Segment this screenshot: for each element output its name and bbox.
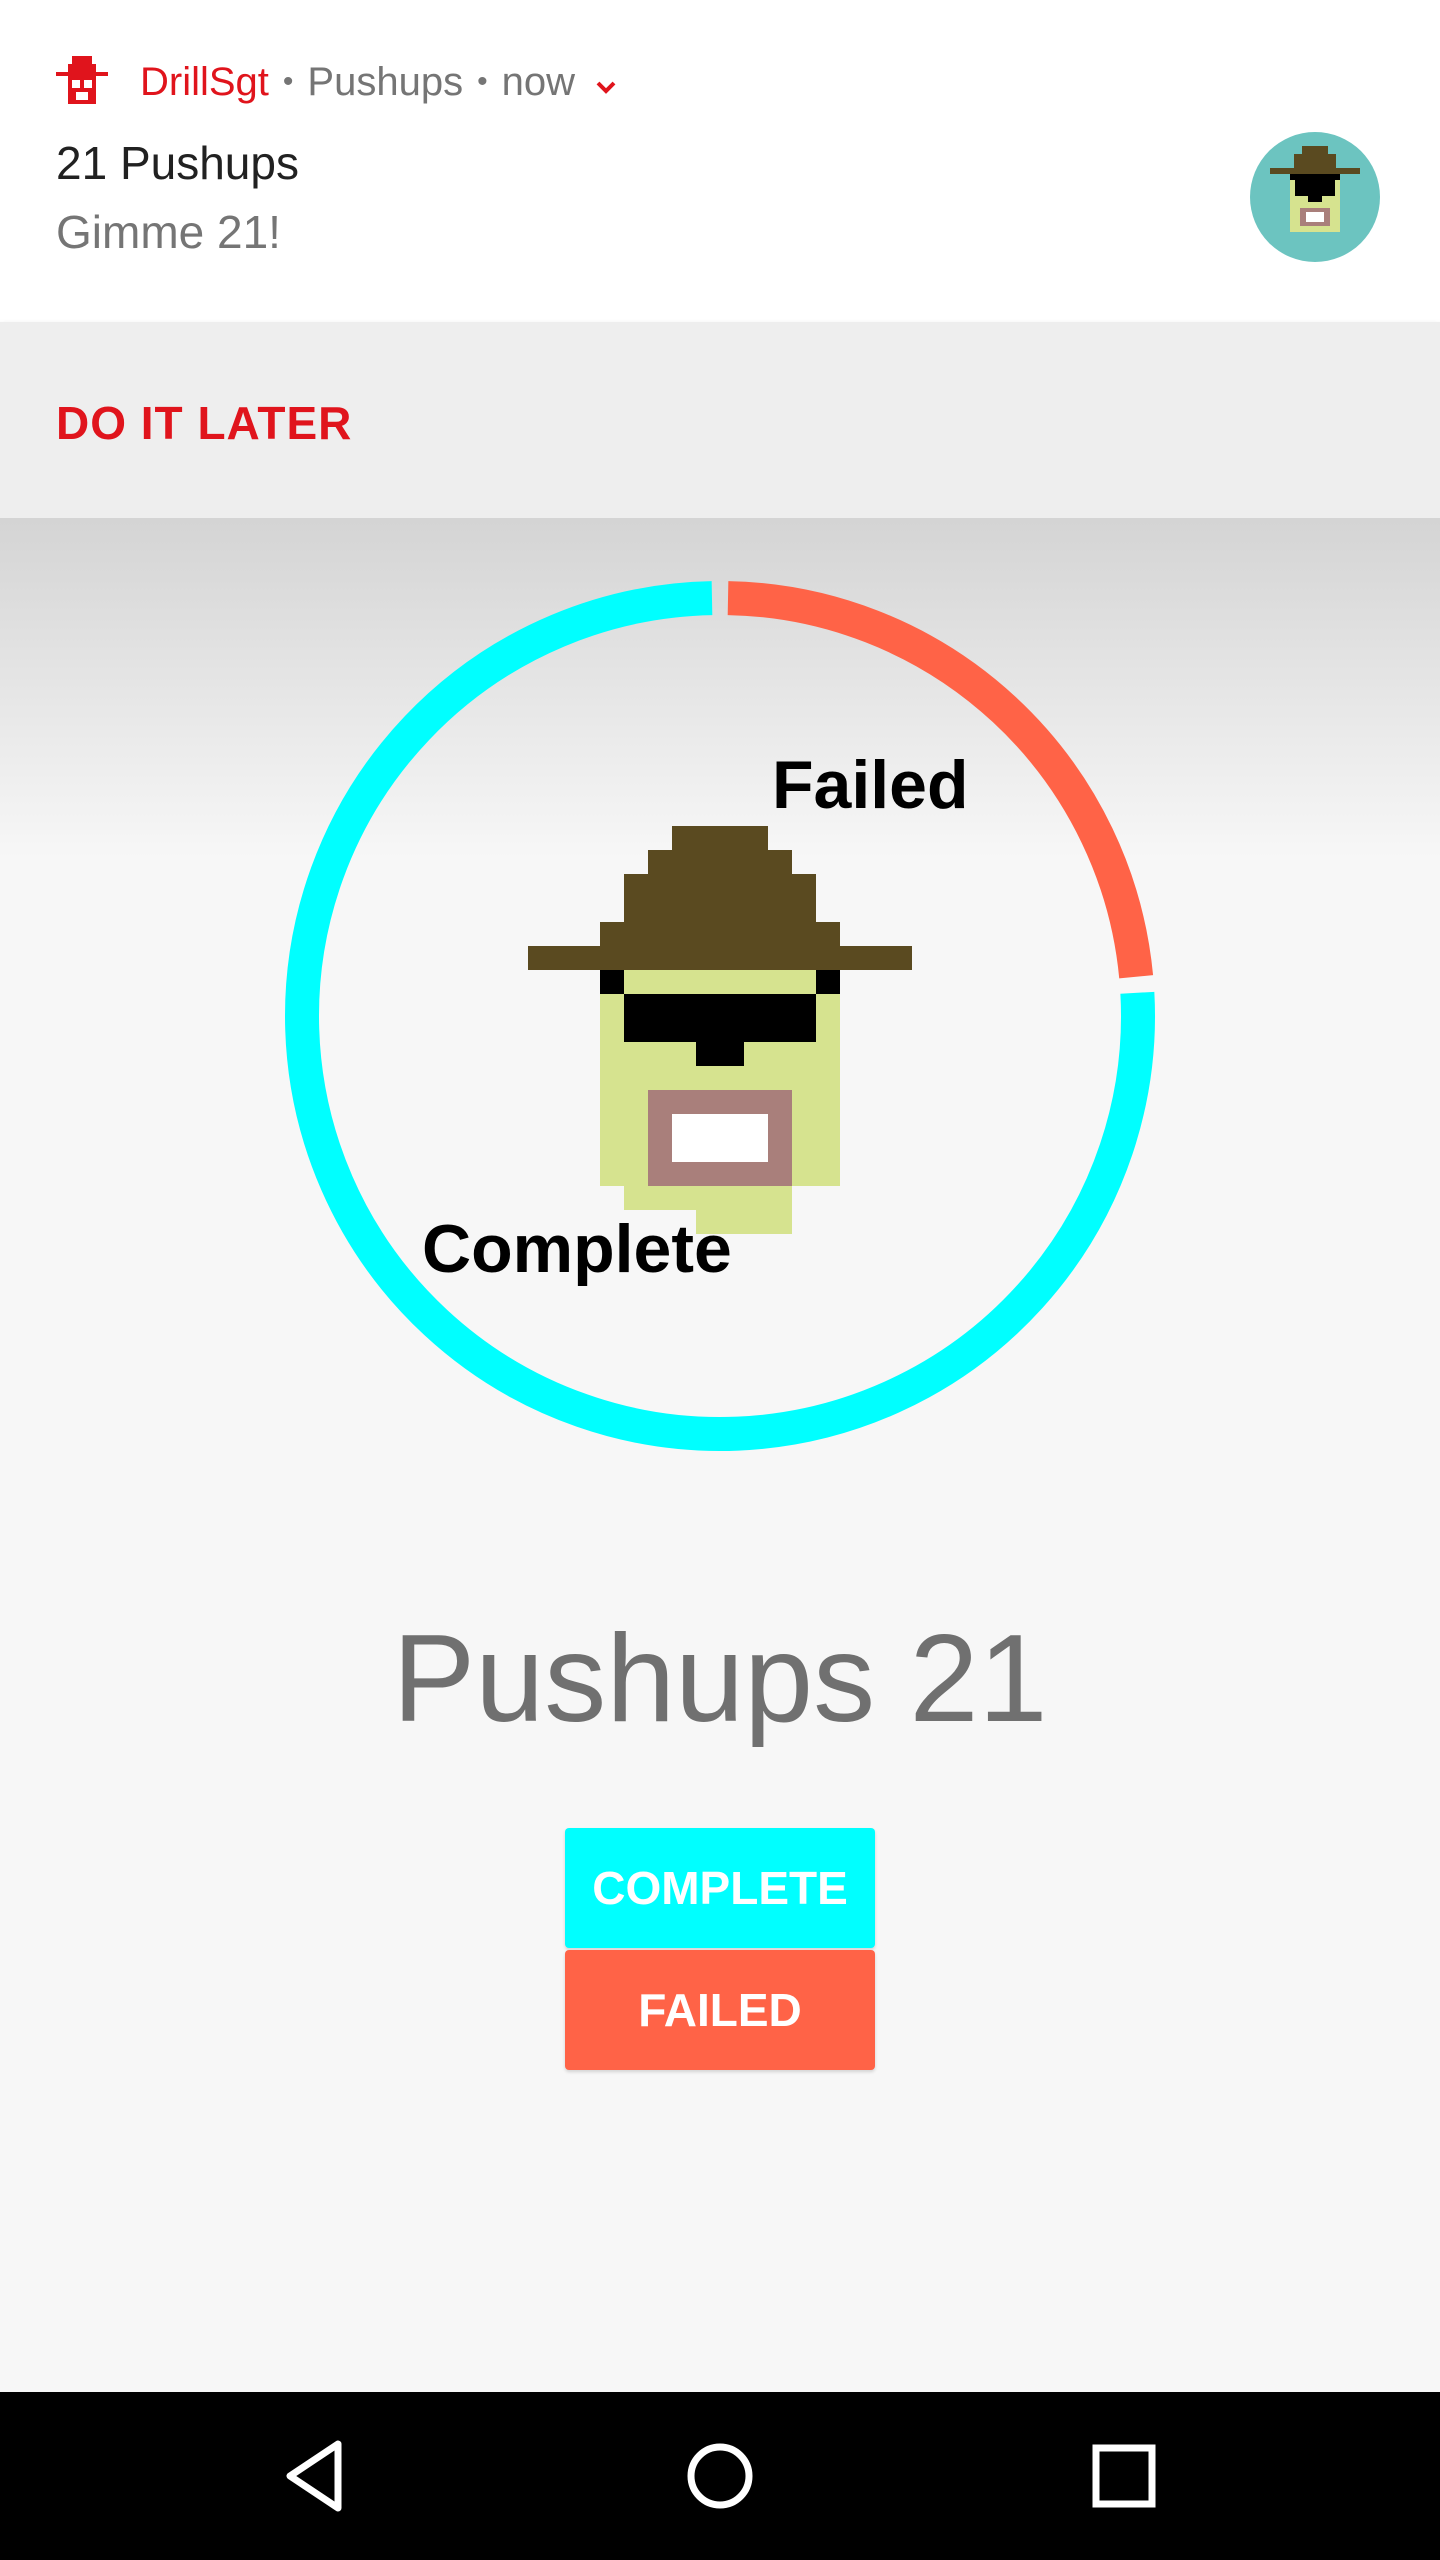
notification-title: 21 Pushups [56,137,299,189]
notification-actions: DO IT LATER [0,322,1440,518]
back-triangle-icon[interactable] [276,2436,356,2516]
separator-dot: • [477,65,488,98]
failed-segment-label: Failed [772,747,969,823]
drill-sergeant-avatar-icon [1250,132,1380,262]
complete-button[interactable]: COMPLETE [565,1828,875,1948]
recents-square-icon[interactable] [1084,2436,1164,2516]
chevron-down-icon[interactable] [591,67,621,97]
notification-header: DrillSgt • Pushups • now [56,52,621,112]
separator-dot: • [282,65,294,98]
notification-card[interactable]: DrillSgt • Pushups • now 21 Pushups Gimm… [0,0,1440,322]
notification-text: Gimme 21! [56,206,281,258]
complete-segment-label: Complete [422,1211,732,1287]
notification-channel: Pushups [307,59,464,104]
do-it-later-button[interactable]: DO IT LATER [56,396,352,450]
notification-time: now [501,59,575,104]
system-navigation-bar [0,2392,1440,2560]
exercise-title: Pushups 21 [392,1610,1048,1748]
failed-button[interactable]: FAILED [565,1950,875,2070]
main-content: Failed Complete Pushups 21 COMPLETE FAIL… [0,518,1440,2392]
drill-sergeant-hat-icon [56,56,108,108]
drill-sergeant-icon [528,826,912,1234]
progress-ring-chart [285,581,1155,1451]
notification-app-name: DrillSgt [140,59,269,104]
home-circle-icon[interactable] [680,2436,760,2516]
